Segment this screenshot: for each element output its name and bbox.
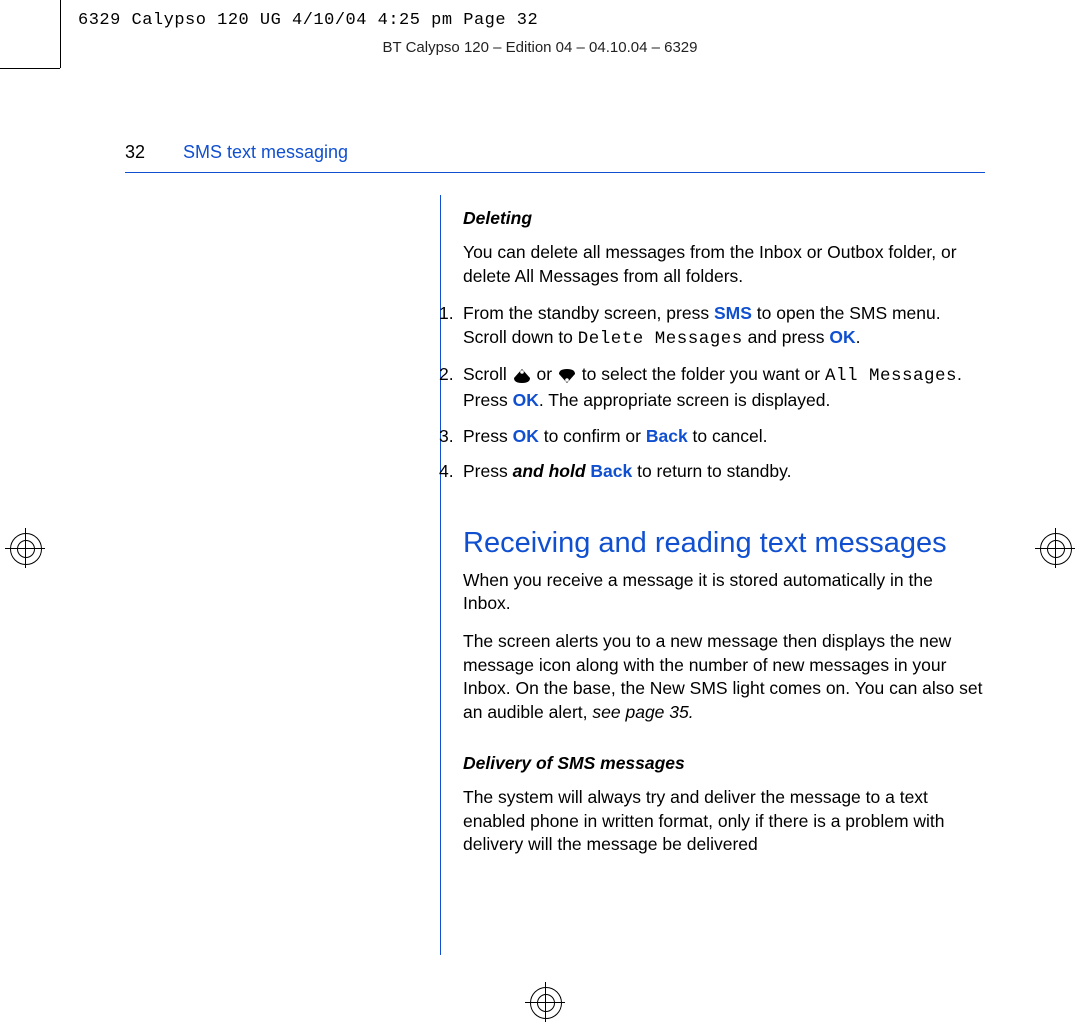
scroll-down-icon <box>557 368 577 384</box>
step-text: Press and hold Back to return to standby… <box>463 460 791 484</box>
step-text: From the standby screen, press SMS to op… <box>463 302 985 351</box>
deleting-steps: 1. From the standby screen, press SMS to… <box>439 302 985 484</box>
deleting-heading: Deleting <box>463 207 985 231</box>
receiving-p2: The screen alerts you to a new message t… <box>463 630 985 725</box>
running-header: SMS text messaging <box>183 140 348 164</box>
step-number: 4. <box>439 460 463 484</box>
step-number: 1. <box>439 302 463 351</box>
receiving-p1: When you receive a message it is stored … <box>463 569 985 616</box>
delivery-p: The system will always try and deliver t… <box>463 786 985 857</box>
deleting-intro: You can delete all messages from the Inb… <box>463 241 985 288</box>
step-number: 3. <box>439 425 463 449</box>
print-meta-line: 6329 Calypso 120 UG 4/10/04 4:25 pm Page… <box>78 10 538 33</box>
step-number: 2. <box>439 363 463 412</box>
step-text: Scroll or to select the folder you want … <box>463 363 985 412</box>
step-text: Press OK to confirm or Back to cancel. <box>463 425 767 449</box>
scroll-up-icon <box>512 368 532 384</box>
page-number: 32 <box>125 140 183 164</box>
receiving-heading: Receiving and reading text messages <box>463 526 985 561</box>
delivery-heading: Delivery of SMS messages <box>463 752 985 776</box>
edition-line: BT Calypso 120 – Edition 04 – 04.10.04 –… <box>0 38 1080 58</box>
